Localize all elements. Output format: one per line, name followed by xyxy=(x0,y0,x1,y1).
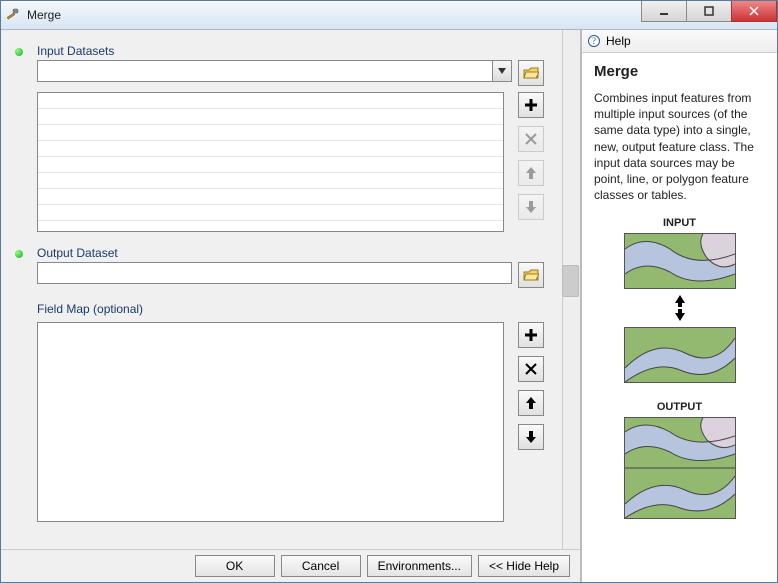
arrow-down-icon xyxy=(525,200,537,214)
help-panel: ? Help Merge Combines input features fro… xyxy=(581,30,777,582)
cancel-button[interactable]: Cancel xyxy=(281,555,361,577)
fieldmap-down-button[interactable] xyxy=(518,424,544,450)
merge-dialog-window: Merge Input Datasets xyxy=(0,0,778,583)
merge-arrows-icon xyxy=(594,293,765,323)
help-panel-header: ? Help xyxy=(582,30,777,53)
input-datasets-combo[interactable] xyxy=(37,60,512,82)
illus-input-label: INPUT xyxy=(594,217,765,229)
move-down-button[interactable] xyxy=(518,194,544,220)
input-datasets-side-buttons xyxy=(504,92,544,232)
dialog-footer: OK Cancel Environments... << Hide Help xyxy=(1,549,580,582)
plus-icon xyxy=(524,98,538,112)
output-dataset-input[interactable] xyxy=(37,262,512,284)
help-content: Merge Combines input features from multi… xyxy=(582,53,777,533)
input-datasets-input[interactable] xyxy=(38,61,492,81)
help-title: Merge xyxy=(594,63,765,80)
vertical-scrollbar[interactable] xyxy=(562,30,580,549)
field-map-tree[interactable] xyxy=(37,322,504,522)
illus-input-box-top xyxy=(624,233,736,289)
environments-button[interactable]: Environments... xyxy=(367,555,472,577)
scrollbar-thumb[interactable] xyxy=(562,265,579,297)
arrow-down-icon xyxy=(525,430,537,444)
fieldmap-up-button[interactable] xyxy=(518,390,544,416)
titlebar: Merge xyxy=(1,1,777,30)
ok-button[interactable]: OK xyxy=(195,555,275,577)
input-datasets-label: Input Datasets xyxy=(37,44,544,58)
x-icon xyxy=(525,363,537,375)
add-button[interactable] xyxy=(518,92,544,118)
maximize-button[interactable] xyxy=(686,1,732,22)
output-dataset-section: Output Dataset xyxy=(37,246,544,288)
close-button[interactable] xyxy=(731,1,777,22)
field-map-label: Field Map (optional) xyxy=(37,302,544,316)
input-datasets-list[interactable] xyxy=(37,92,504,232)
help-description: Combines input features from multiple in… xyxy=(594,90,765,203)
illus-input-box-bottom xyxy=(624,327,736,383)
hide-help-button[interactable]: << Hide Help xyxy=(478,555,570,577)
illus-output-box xyxy=(624,417,736,519)
dropdown-toggle[interactable] xyxy=(492,61,511,81)
form-area: Input Datasets xyxy=(1,30,562,549)
output-dataset-label: Output Dataset xyxy=(37,246,544,260)
illus-output-label: OUTPUT xyxy=(594,401,765,413)
window-controls xyxy=(642,1,777,22)
move-up-button[interactable] xyxy=(518,160,544,186)
fieldmap-add-button[interactable] xyxy=(518,322,544,348)
x-icon xyxy=(525,133,537,145)
arrow-up-icon xyxy=(525,396,537,410)
minimize-button[interactable] xyxy=(641,1,687,22)
folder-open-icon xyxy=(523,268,539,282)
arrow-up-icon xyxy=(525,166,537,180)
hammer-icon xyxy=(5,7,21,23)
browse-output-button[interactable] xyxy=(518,262,544,288)
browse-input-button[interactable] xyxy=(518,60,544,86)
required-dot-icon xyxy=(15,48,23,56)
fieldmap-remove-button[interactable] xyxy=(518,356,544,382)
remove-button[interactable] xyxy=(518,126,544,152)
plus-icon xyxy=(524,328,538,342)
svg-text:?: ? xyxy=(592,36,596,46)
folder-open-icon xyxy=(523,66,539,80)
required-dot-icon xyxy=(15,250,23,258)
input-datasets-section: Input Datasets xyxy=(37,44,544,232)
help-illustration: INPUT xyxy=(594,217,765,519)
help-icon: ? xyxy=(588,35,600,47)
window-title: Merge xyxy=(27,8,61,22)
help-panel-label: Help xyxy=(606,34,631,48)
field-map-section: Field Map (optional) xyxy=(37,302,544,522)
field-map-side-buttons xyxy=(504,322,544,522)
